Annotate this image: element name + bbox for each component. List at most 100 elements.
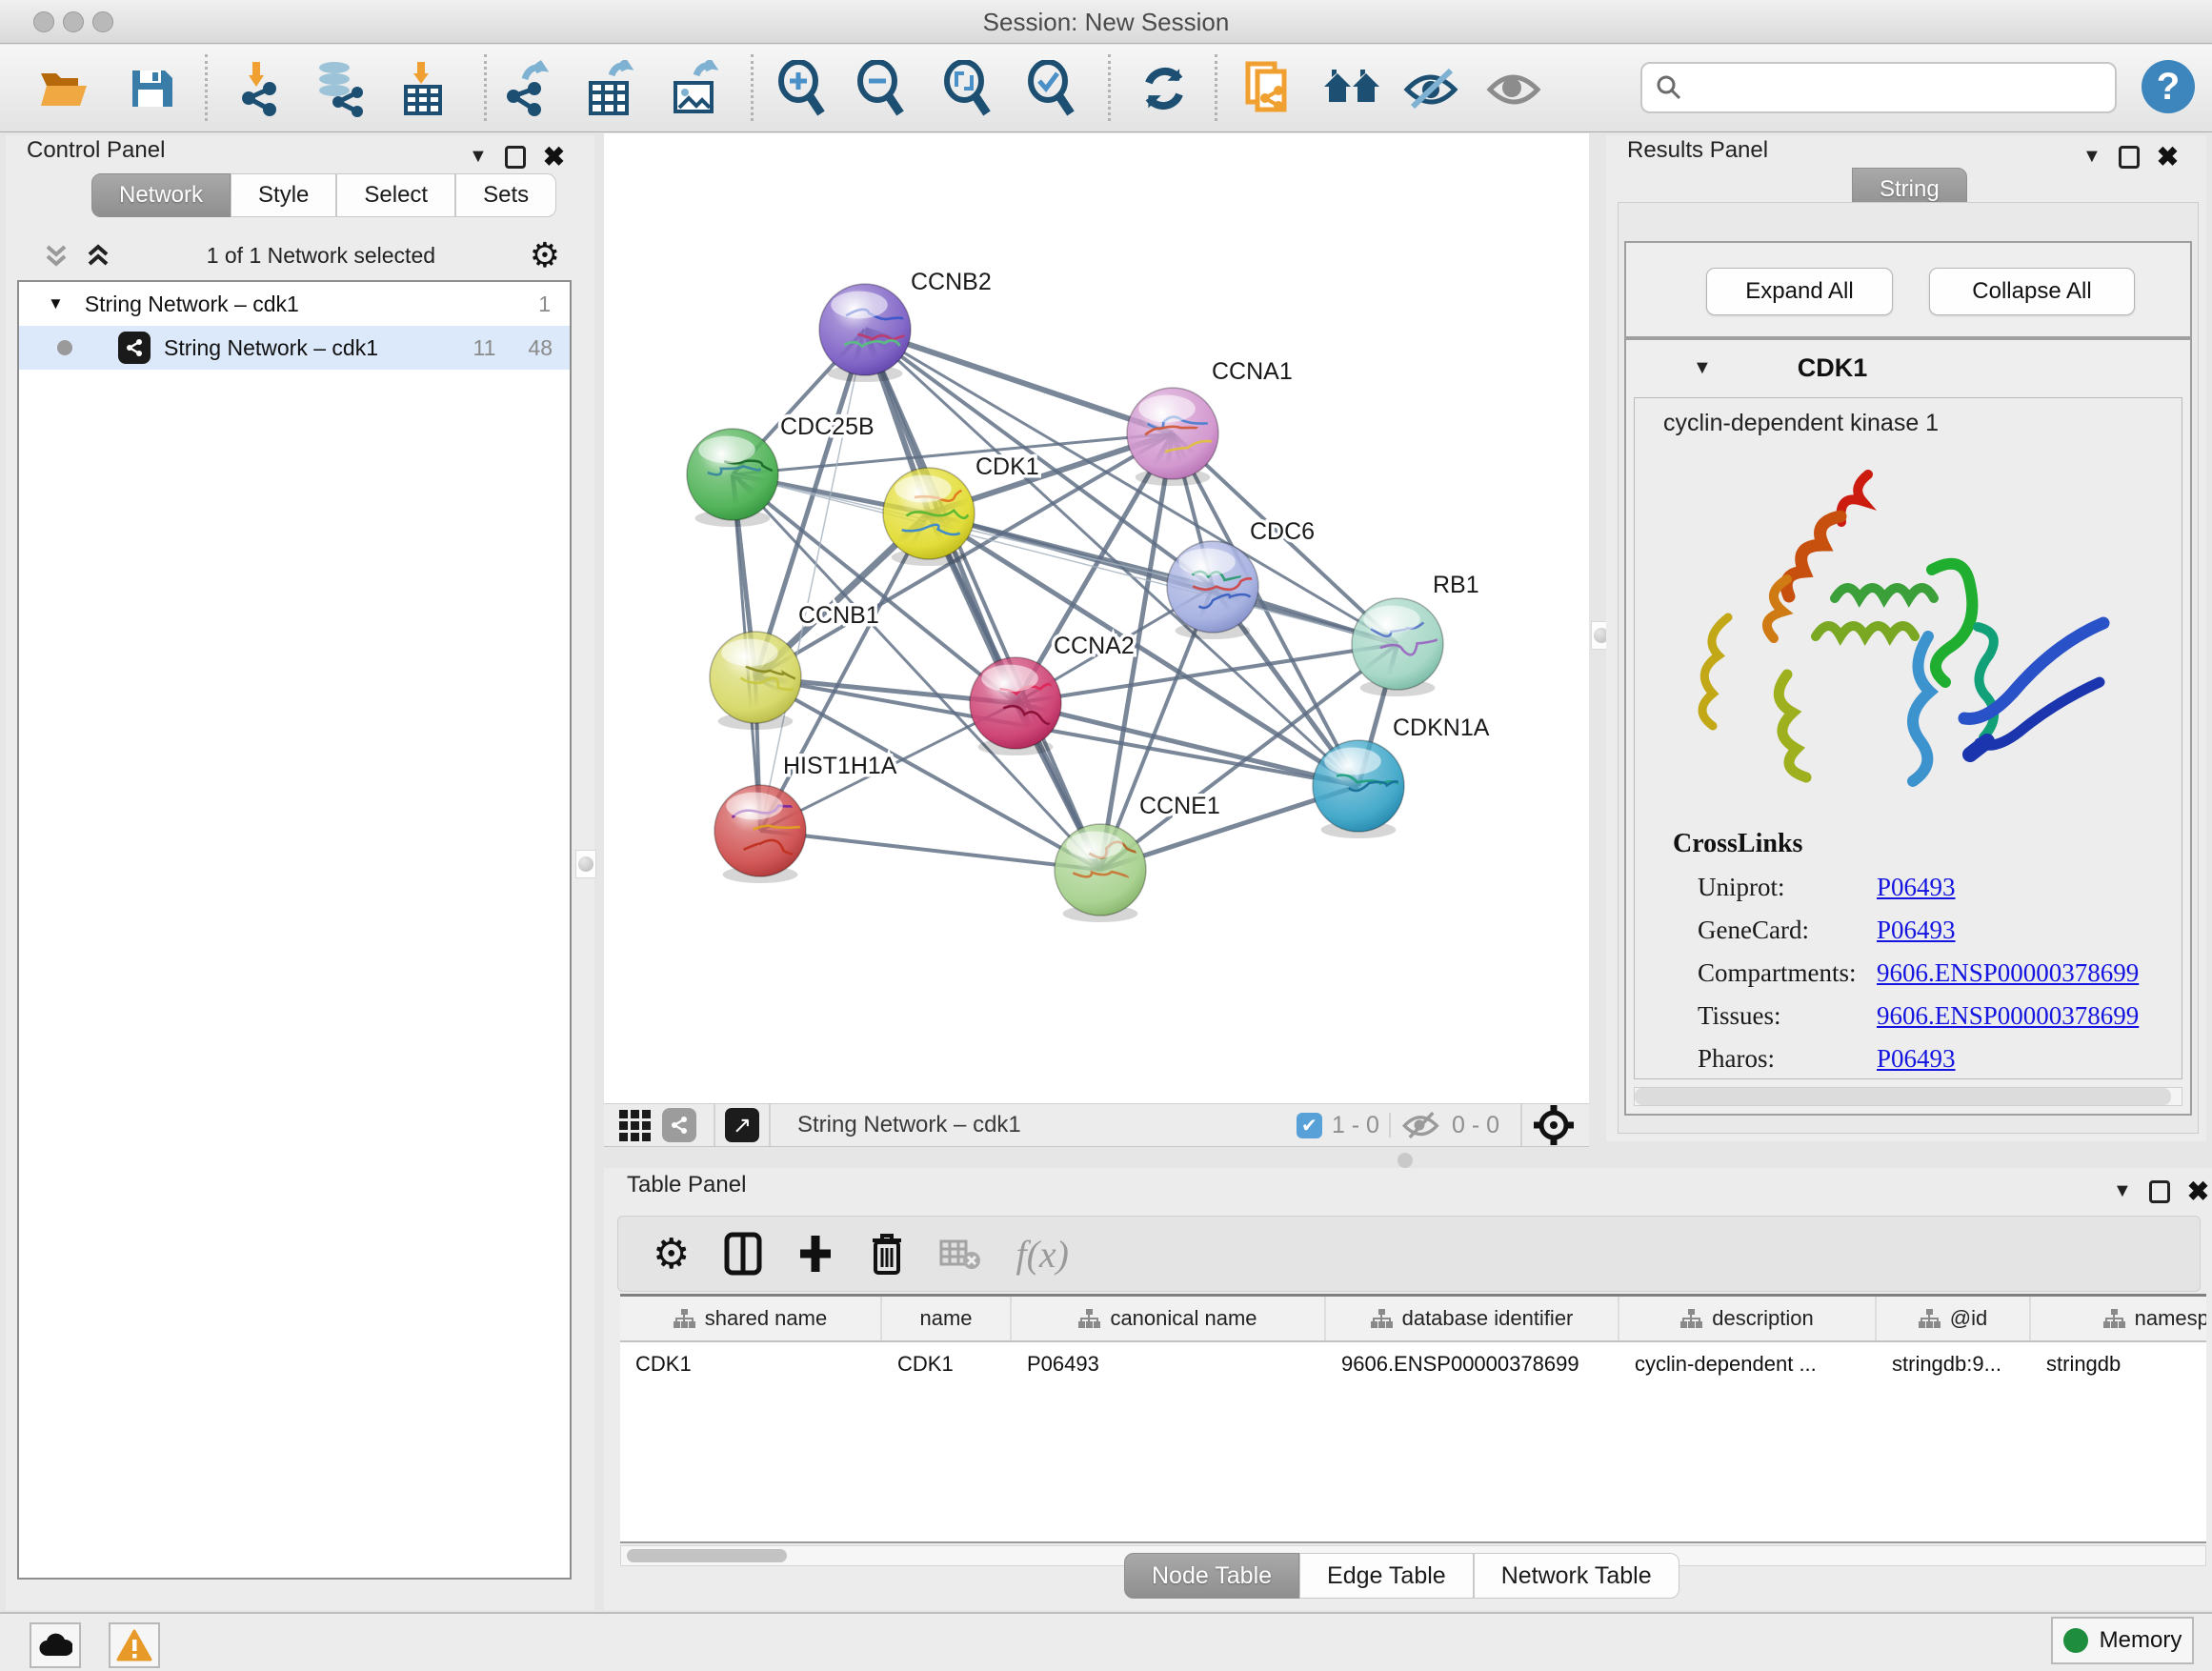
table-panel: Table Panel ▼ ✖ ⚙ f(x) shared namenameca… [604,1168,2212,1610]
crosslink-genecard-link[interactable]: P06493 [1877,916,1956,945]
expand-all-tree-icon[interactable] [84,241,112,270]
table-cell[interactable]: P06493 [1012,1342,1326,1386]
memory-button[interactable]: Memory [2051,1617,2194,1664]
column-header-shared-name[interactable]: shared name [620,1297,882,1340]
network-canvas[interactable]: CCNB2CCNA1CDC25BCDK1CDC6RB1CCNB1CCNA2CDK… [604,133,1589,1103]
panel-close-icon[interactable]: ✖ [2157,141,2179,172]
network-options-gear-icon[interactable]: ⚙ [530,235,560,275]
zoom-in-icon[interactable] [772,58,833,119]
zoom-fit-icon[interactable] [937,58,998,119]
new-network-from-selection-icon[interactable] [1238,58,1299,119]
open-session-icon[interactable] [33,58,94,119]
column-header-name[interactable]: name [882,1297,1012,1340]
tab-edge-table[interactable]: Edge Table [1299,1553,1474,1599]
birdseye-grid-icon[interactable] [619,1110,651,1141]
column-header--id[interactable]: @id [1877,1297,2031,1340]
edge-CCNB2-CCNA1[interactable] [865,330,1173,433]
import-network-database-icon[interactable] [308,58,369,119]
results-scrollbar[interactable] [1634,1087,2182,1106]
panel-float-icon[interactable] [505,146,526,169]
table-cell[interactable]: CDK1 [620,1342,882,1386]
network-share-icon[interactable] [662,1108,696,1142]
show-columns-icon[interactable] [724,1232,762,1276]
expand-collapse-section: Expand All Collapse All [1624,241,2192,338]
table-row[interactable]: CDK1CDK1P064939606.ENSP00000378699cyclin… [620,1342,2206,1386]
import-table-icon[interactable] [392,58,453,119]
tree-expander-icon[interactable]: ▼ [48,294,64,313]
panel-menu-icon[interactable]: ▼ [469,146,488,168]
node-gloss [1324,748,1381,775]
collapse-all-button[interactable]: Collapse All [1929,268,2135,315]
tab-sets[interactable]: Sets [455,173,556,217]
table-cell[interactable]: 9606.ENSP00000378699 [1326,1342,1619,1386]
hide-selected-eye-icon[interactable] [1401,58,1462,119]
tab-network[interactable]: Network [91,173,231,217]
search-box[interactable] [1640,62,2117,113]
add-column-icon[interactable] [796,1232,835,1276]
node-RB1[interactable]: RB1 [1352,572,1479,696]
home-network-icon[interactable] [1322,58,1383,119]
help-button[interactable]: ? [2142,60,2195,113]
column-header-description[interactable]: description [1619,1297,1877,1340]
node-table[interactable]: shared namenamecanonical namedatabase id… [620,1294,2206,1543]
warnings-button[interactable] [109,1622,160,1668]
node-HIST1H1A[interactable]: HIST1H1A [714,753,897,883]
export-network-icon[interactable] [494,58,555,119]
table-options-gear-icon[interactable]: ⚙ [653,1230,690,1278]
tab-node-table[interactable]: Node Table [1124,1553,1299,1599]
detach-view-icon[interactable]: ↗ [725,1108,759,1142]
edge-CCNE1-HIST1H1A[interactable] [760,831,1100,870]
protein-header-row[interactable]: ▼ CDK1 [1626,340,2190,395]
crosslink-uniprot-link[interactable]: P06493 [1877,873,1956,902]
crosslink-compartments-link[interactable]: 9606.ENSP00000378699 [1877,958,2139,988]
collapse-all-tree-icon[interactable] [42,241,70,270]
node-CDKN1A[interactable]: CDKN1A [1313,715,1490,838]
column-header-database-identifier[interactable]: database identifier [1326,1297,1619,1340]
zoom-selected-icon[interactable] [1021,58,1082,119]
table-panel-controls: ▼ ✖ [2113,1176,2209,1207]
network-graph[interactable]: CCNB2CCNA1CDC25BCDK1CDC6RB1CCNB1CCNA2CDK… [604,133,1589,1103]
network-type-icon [118,332,151,364]
node-CDC6[interactable]: CDC6 [1167,518,1315,639]
delete-column-trash-icon[interactable] [869,1231,905,1277]
crosslink-label: GeneCard: [1698,916,1877,945]
column-header-canonical-name[interactable]: canonical name [1012,1297,1326,1340]
node-label-CDC6: CDC6 [1250,518,1315,545]
table-cell[interactable]: stringdb [2031,1342,2206,1386]
panel-close-icon[interactable]: ✖ [543,141,565,172]
zoom-out-icon[interactable] [851,58,912,119]
tab-style[interactable]: Style [231,173,336,217]
table-cell[interactable]: cyclin-dependent ... [1619,1342,1877,1386]
save-session-icon[interactable] [120,58,181,119]
column-header-namespace[interactable]: namespace [2031,1297,2206,1340]
node-label-CCNE1: CCNE1 [1139,793,1220,819]
panel-float-icon[interactable] [2149,1180,2170,1203]
selected-checkbox-icon[interactable]: ✔ [1297,1113,1322,1138]
network-collection-row[interactable]: ▼ String Network – cdk1 1 [19,282,570,326]
bottom-splitter-handle[interactable] [1398,1153,1413,1168]
search-input[interactable] [1682,74,2092,101]
import-network-file-icon[interactable] [228,58,289,119]
panel-menu-icon[interactable]: ▼ [2082,146,2101,168]
network-row[interactable]: String Network – cdk1 11 48 [19,326,570,370]
center-view-crosshair-icon[interactable] [1532,1103,1576,1147]
panel-menu-icon[interactable]: ▼ [2113,1180,2132,1202]
show-all-eye-icon[interactable] [1484,58,1545,119]
export-image-icon[interactable] [664,58,725,119]
node-CCNE1[interactable]: CCNE1 [1055,793,1220,922]
tab-select[interactable]: Select [336,173,455,217]
table-cell[interactable]: stringdb:9... [1877,1342,2031,1386]
collapse-protein-icon[interactable]: ▼ [1693,357,1712,379]
export-table-icon[interactable] [579,58,640,119]
crosslink-pharos-link[interactable]: P06493 [1877,1044,1956,1074]
panel-close-icon[interactable]: ✖ [2187,1176,2209,1207]
node-CCNB1[interactable]: CCNB1 [710,602,879,730]
left-splitter-handle[interactable] [575,850,596,878]
tab-network-table[interactable]: Network Table [1474,1553,1679,1599]
cloud-button[interactable] [30,1622,81,1668]
crosslink-tissues-link[interactable]: 9606.ENSP00000378699 [1877,1001,2139,1031]
expand-all-button[interactable]: Expand All [1706,268,1893,315]
panel-float-icon[interactable] [2119,146,2140,169]
table-cell[interactable]: CDK1 [882,1342,1012,1386]
refresh-layout-icon[interactable] [1134,58,1195,119]
